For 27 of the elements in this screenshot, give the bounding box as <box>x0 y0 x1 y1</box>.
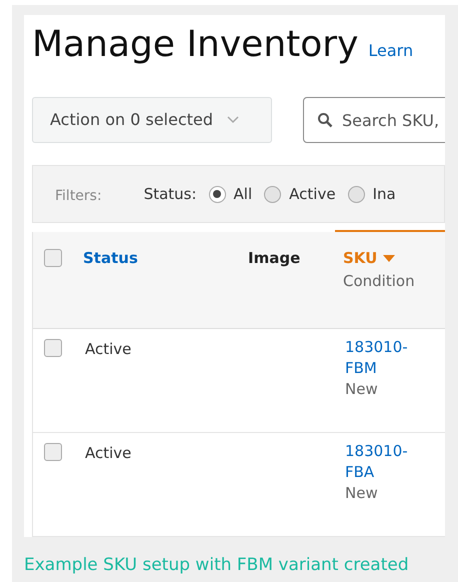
filters-label: Filters: <box>55 186 102 206</box>
status-label: Status: <box>144 184 197 205</box>
select-all-checkbox[interactable] <box>44 249 62 267</box>
sku-link[interactable]: 183010- FBM <box>345 337 408 379</box>
column-header[interactable]: Status <box>83 247 138 270</box>
search-field[interactable]: Search SKU, <box>303 97 445 143</box>
column-subheader: Condition <box>343 270 416 292</box>
condition-text: New <box>345 483 379 504</box>
page-title: Manage Inventory <box>32 25 358 65</box>
radio-button[interactable] <box>208 186 226 202</box>
action-dropdown[interactable]: Action on 0 selected <box>32 97 272 143</box>
radio-label: Ina <box>372 184 396 205</box>
caption: Example SKU setup with FBM variant created <box>24 554 410 577</box>
status-cell: Active <box>85 340 132 358</box>
search-icon <box>317 112 333 128</box>
radio-label: All <box>234 184 252 205</box>
condition-text: New <box>345 379 379 400</box>
column-header: Image <box>248 248 300 269</box>
learn-link[interactable]: Learn <box>368 39 414 63</box>
chevron-down-icon <box>227 116 240 124</box>
radio-button[interactable] <box>264 186 282 202</box>
row-checkbox[interactable] <box>44 443 62 461</box>
row-checkbox[interactable] <box>44 339 62 357</box>
status-cell: Active <box>85 444 132 462</box>
radio-button[interactable] <box>348 186 365 202</box>
sku-link[interactable]: 183010- FBA <box>345 441 408 483</box>
radio-label: Active <box>289 184 336 205</box>
